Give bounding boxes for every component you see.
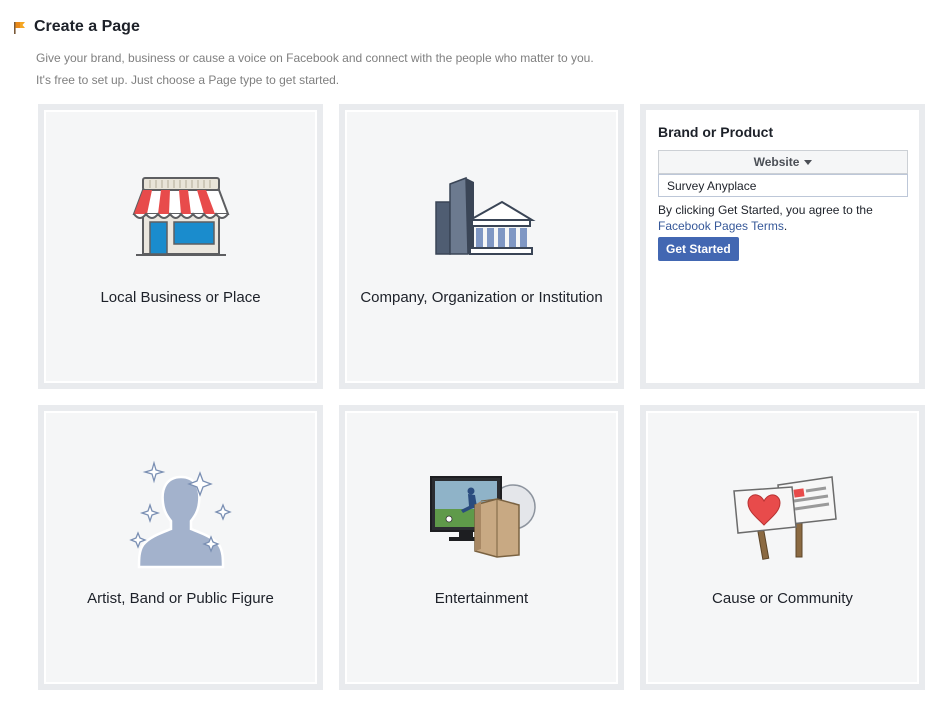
icon-wrap [345, 469, 618, 561]
chevron-down-icon [804, 159, 813, 165]
icon-wrap [44, 168, 317, 260]
tile-cause-community[interactable]: Cause or Community [640, 405, 925, 690]
category-dropdown[interactable]: Website [658, 150, 908, 174]
buildings-icon [434, 176, 536, 255]
icon-wrap [44, 460, 317, 569]
tile-brand-product: Brand or Product Website By clicking Get… [640, 104, 925, 389]
terms-text: By clicking Get Started, you agree to th… [658, 202, 918, 234]
protest-signs-icon [732, 476, 837, 560]
get-started-button[interactable]: Get Started [658, 237, 739, 261]
tile-entertainment[interactable]: Entertainment [339, 405, 624, 690]
tile-company[interactable]: Company, Organization or Institution [339, 104, 624, 389]
tile-label: Artist, Band or Public Figure [87, 590, 274, 607]
tile-label: Cause or Community [712, 590, 853, 607]
page-header: Create a Page [12, 18, 140, 36]
tile-local-business[interactable]: Local Business or Place [38, 104, 323, 389]
icon-wrap [646, 469, 919, 561]
tile-label: Local Business or Place [100, 289, 261, 306]
page-description: Give your brand, business or cause a voi… [36, 51, 594, 65]
person-silhouette-icon [128, 460, 232, 569]
facebook-pages-terms-link[interactable]: Facebook Pages Terms [658, 219, 784, 233]
title-row: Create a Page [12, 18, 140, 36]
flag-icon [12, 19, 28, 35]
icon-wrap [345, 168, 618, 260]
terms-suffix: . [783, 219, 788, 233]
page-title: Create a Page [34, 18, 140, 35]
page-name-input[interactable] [658, 174, 908, 197]
page-subdescription: It's free to set up. Just choose a Page … [36, 73, 340, 87]
brand-form-title: Brand or Product [658, 124, 774, 140]
terms-prefix: By clicking Get Started, you agree to th… [658, 203, 873, 217]
tile-label: Entertainment [434, 590, 529, 607]
tv-book-disc-icon [429, 476, 536, 558]
storefront-icon [132, 177, 229, 256]
tile-artist[interactable]: Artist, Band or Public Figure [38, 405, 323, 690]
category-selected-value: Website [753, 155, 800, 169]
tile-label: Company, Organization or Institution [360, 289, 603, 306]
